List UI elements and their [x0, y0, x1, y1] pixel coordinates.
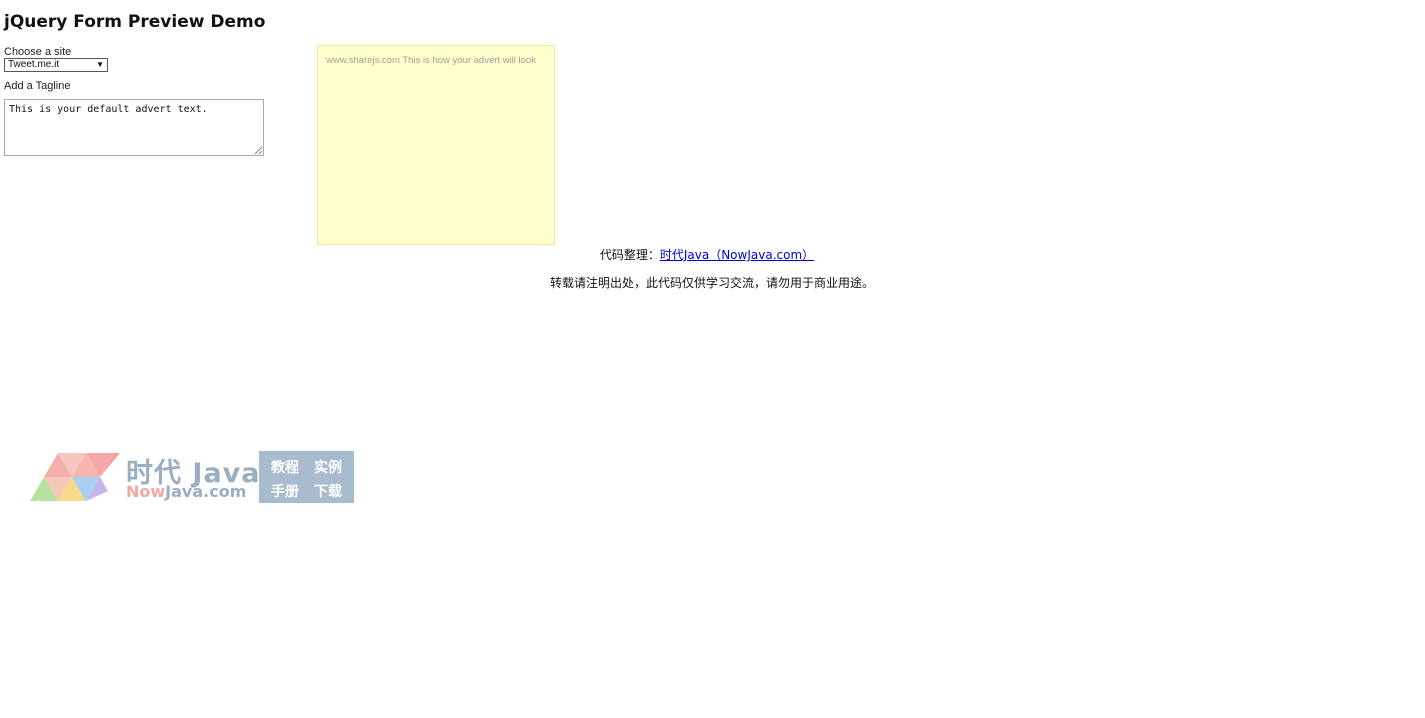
- site-select[interactable]: Tweet.me.it ▼: [4, 58, 108, 72]
- chevron-down-icon: ▼: [96, 60, 104, 69]
- watermark-cell: 手册: [271, 484, 299, 500]
- site-label: Choose a site: [4, 46, 72, 58]
- watermark-domain: NowJava.com: [126, 482, 246, 501]
- copyright-notice: 转载请注明出处，此代码仅供学习交流，请勿用于商业用途。: [549, 276, 874, 290]
- nowjava-triangles-logo: [30, 453, 120, 501]
- watermark-cell: 下载: [314, 484, 342, 500]
- advert-preview: www.sharejs.com This is how your advert …: [317, 45, 555, 245]
- page: jQuery Form Preview Demo Choose a site T…: [0, 0, 1425, 718]
- tagline-text: This is your default advert text.: [9, 104, 208, 115]
- watermark-box: 教程 实例 手册 下载: [259, 451, 354, 503]
- site-select-value: Tweet.me.it: [8, 59, 60, 70]
- nowjava-link[interactable]: 时代Java（NowJava.com）: [660, 248, 814, 262]
- advert-preview-text: www.sharejs.com This is how your advert …: [326, 55, 536, 66]
- watermark-domain-rest: Java.com: [165, 482, 247, 501]
- tagline-label: Add a Tagline: [4, 80, 71, 92]
- resize-handle-icon[interactable]: [255, 147, 262, 154]
- watermark: 时代 Java NowJava.com 教程 实例 手册 下载: [30, 451, 360, 505]
- watermark-cell: 实例: [314, 460, 342, 476]
- credit-line: 代码整理：时代Java（NowJava.com）: [0, 246, 1414, 263]
- watermark-cell: 教程: [271, 460, 299, 476]
- credit-prefix: 代码整理：: [599, 248, 660, 262]
- tagline-textarea[interactable]: This is your default advert text.: [4, 99, 264, 156]
- watermark-domain-now: Now: [126, 482, 166, 501]
- page-title: jQuery Form Preview Demo: [4, 12, 266, 32]
